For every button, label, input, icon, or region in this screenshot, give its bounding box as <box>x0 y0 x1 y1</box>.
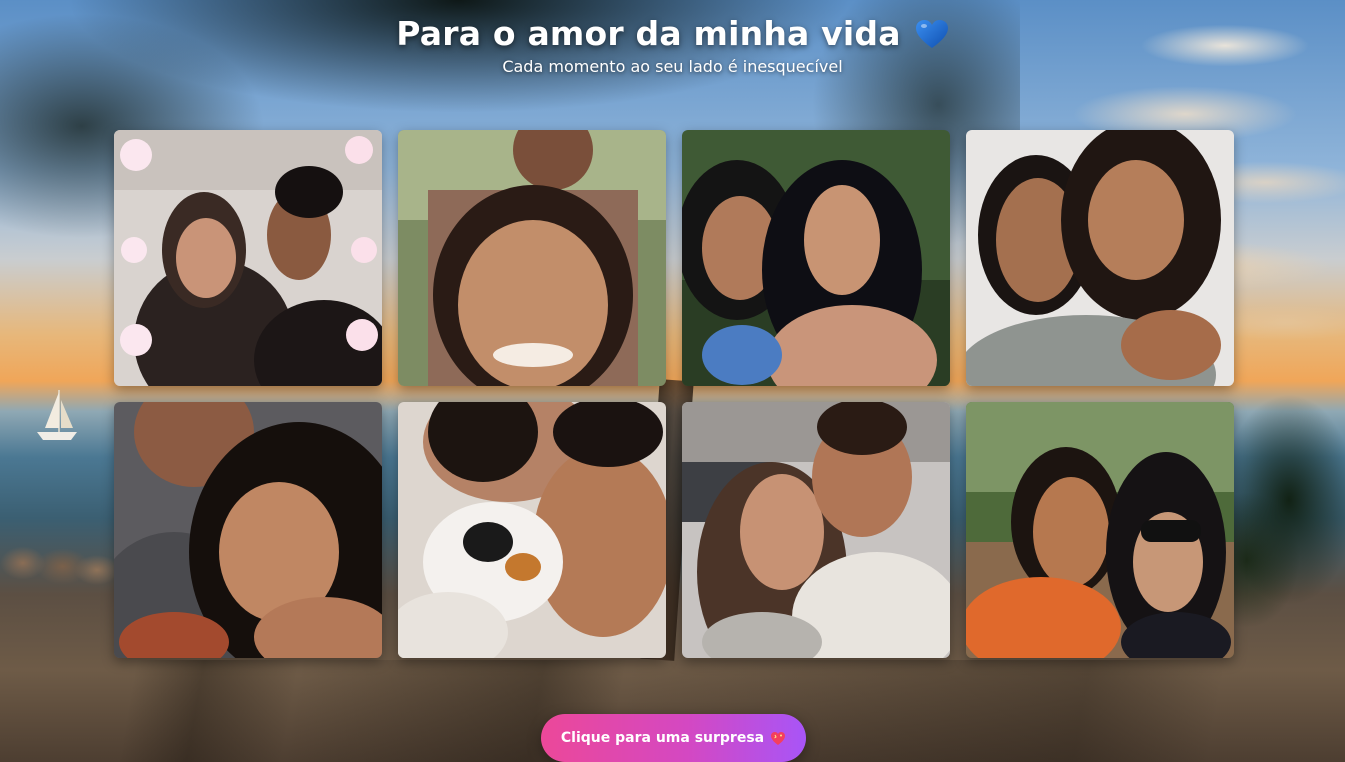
couple-photo-icon <box>682 402 950 658</box>
shore-rocks <box>0 535 114 605</box>
couple-photo-icon <box>398 402 666 658</box>
couple-photo-icon <box>114 402 382 658</box>
gallery-photo-1[interactable] <box>114 130 382 386</box>
blue-heart-icon <box>915 19 948 48</box>
couple-photo-icon <box>966 402 1234 658</box>
page-title-text: Para o amor da minha vida <box>396 14 901 53</box>
page-title: Para o amor da minha vida <box>396 14 948 53</box>
couple-photo-icon <box>682 130 950 386</box>
couple-photo-icon <box>114 130 382 386</box>
couple-photo-icon <box>966 130 1234 386</box>
sparkling-heart-icon <box>771 731 786 745</box>
gallery-photo-7[interactable] <box>682 402 950 658</box>
sailboat-icon <box>37 390 77 440</box>
page-subtitle: Cada momento ao seu lado é inesquecível <box>502 57 843 76</box>
photo-gallery <box>114 130 1234 658</box>
gallery-photo-5[interactable] <box>114 402 382 658</box>
gallery-photo-8[interactable] <box>966 402 1234 658</box>
page-header: Para o amor da minha vida Cada momento a… <box>0 14 1345 76</box>
couple-photo-icon <box>398 130 666 386</box>
gallery-photo-3[interactable] <box>682 130 950 386</box>
gallery-photo-6[interactable] <box>398 402 666 658</box>
gallery-photo-4[interactable] <box>966 130 1234 386</box>
surprise-button-label: Clique para uma surpresa <box>560 730 765 746</box>
gallery-photo-2[interactable] <box>398 130 666 386</box>
surprise-button[interactable]: Clique para uma surpresa <box>541 714 806 762</box>
